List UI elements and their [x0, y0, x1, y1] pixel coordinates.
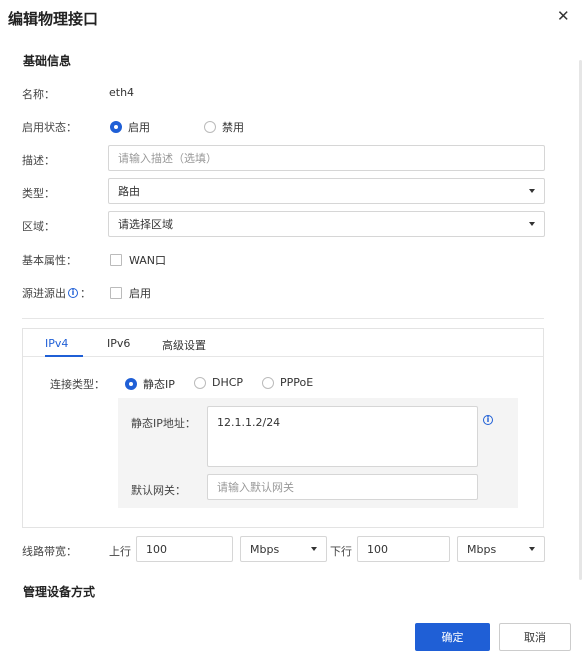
chevron-down-icon	[529, 547, 535, 551]
type-label: 类型：	[22, 187, 55, 200]
desc-placeholder: 请输入描述（选填）	[118, 152, 217, 165]
srcin-label: 源进源出	[22, 287, 66, 300]
tab-ipv4[interactable]: IPv4	[45, 337, 68, 350]
zone-select[interactable]: 请选择区域	[108, 211, 545, 237]
static-ip-label: 静态IP地址：	[131, 417, 196, 430]
downstream-value: 100	[367, 542, 388, 556]
downstream-input[interactable]: 100	[357, 536, 450, 562]
info-icon[interactable]: i	[68, 288, 78, 298]
radio-pppoe[interactable]: PPPoE	[262, 376, 313, 389]
radio-dhcp[interactable]: DHCP	[194, 376, 243, 389]
upstream-input[interactable]: 100	[136, 536, 233, 562]
upstream-value: 100	[146, 542, 167, 556]
type-value: 路由	[118, 185, 140, 198]
zone-label: 区域：	[22, 220, 55, 233]
section-title-basic: 基础信息	[23, 54, 72, 68]
info-icon[interactable]: i	[483, 415, 493, 425]
downstream-unit-select[interactable]: Mbps	[457, 536, 545, 562]
static-ip-textarea[interactable]: 12.1.1.2/24	[207, 406, 478, 467]
bandwidth-label: 线路带宽：	[22, 545, 77, 558]
section-title-mgmt: 管理设备方式	[23, 585, 96, 599]
gateway-input[interactable]: 请输入默认网关	[207, 474, 478, 500]
enable-label: 启用状态：	[22, 121, 77, 134]
name-value: eth4	[109, 86, 135, 99]
zone-value: 请选择区域	[118, 218, 173, 231]
tab-advanced[interactable]: 高级设置	[162, 337, 206, 353]
gateway-label: 默认网关：	[131, 484, 186, 497]
srcin-label-colon: ：	[80, 287, 91, 300]
checkbox-icon	[110, 287, 122, 299]
srcin-label-row: 源进源出 i ：	[22, 285, 91, 301]
name-label: 名称：	[22, 88, 55, 101]
radio-unselected-icon	[262, 376, 274, 389]
type-select[interactable]: 路由	[108, 178, 545, 204]
radio-unselected-icon	[204, 121, 216, 133]
radio-selected-icon	[125, 378, 137, 390]
attr-label: 基本属性：	[22, 254, 77, 267]
radio-dhcp-label: DHCP	[212, 376, 244, 389]
upstream-label: 上行	[109, 545, 131, 558]
static-ip-value: 12.1.1.2/24	[217, 416, 281, 429]
downstream-label: 下行	[330, 545, 352, 558]
srcin-checkbox[interactable]: 启用	[110, 285, 151, 301]
conn-type-label: 连接类型：	[50, 378, 105, 391]
tab-active-indicator	[45, 355, 83, 357]
srcin-checkbox-label: 启用	[129, 287, 151, 300]
desc-label: 描述：	[22, 154, 55, 167]
radio-selected-icon	[110, 121, 122, 133]
radio-disable[interactable]: 禁用	[204, 119, 244, 135]
radio-disable-label: 禁用	[222, 121, 244, 134]
downstream-unit: Mbps	[467, 542, 497, 556]
scrollbar[interactable]	[579, 60, 582, 580]
gateway-placeholder: 请输入默认网关	[217, 481, 294, 494]
checkbox-icon	[110, 254, 122, 266]
divider	[22, 318, 544, 319]
upstream-unit: Mbps	[250, 542, 280, 556]
radio-enable[interactable]: 启用	[110, 119, 150, 135]
radio-enable-label: 启用	[128, 121, 150, 134]
desc-input[interactable]: 请输入描述（选填）	[108, 145, 545, 171]
cancel-button[interactable]: 取消	[499, 623, 571, 651]
tab-ipv6[interactable]: IPv6	[107, 337, 130, 350]
chevron-down-icon	[529, 189, 535, 193]
confirm-button[interactable]: 确定	[415, 623, 490, 651]
dialog-title: 编辑物理接口	[8, 10, 99, 28]
tabs-divider	[23, 356, 543, 357]
radio-pppoe-label: PPPoE	[280, 376, 314, 389]
radio-static-ip[interactable]: 静态IP	[125, 376, 175, 392]
radio-static-ip-label: 静态IP	[143, 378, 175, 391]
wan-checkbox-label: WAN口	[129, 254, 167, 267]
upstream-unit-select[interactable]: Mbps	[240, 536, 327, 562]
chevron-down-icon	[529, 222, 535, 226]
radio-unselected-icon	[194, 376, 206, 389]
close-icon[interactable]: ✕	[557, 9, 570, 24]
chevron-down-icon	[311, 547, 317, 551]
wan-checkbox[interactable]: WAN口	[110, 252, 166, 268]
